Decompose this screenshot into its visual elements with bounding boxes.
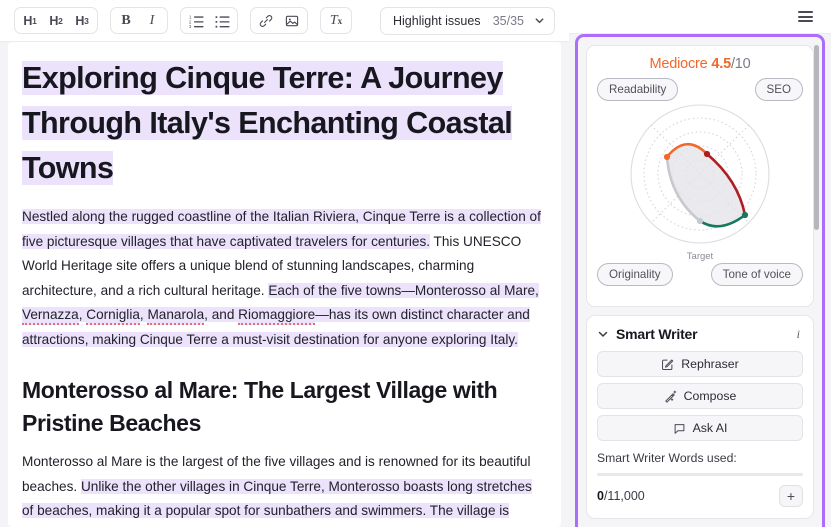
heading-3-button[interactable]: H3	[69, 9, 95, 32]
document-scroll-area[interactable]: Exploring Cinque Terre: A Journey Throug…	[0, 42, 569, 527]
svg-text:3: 3	[189, 24, 192, 28]
score-headline: Mediocre 4.5/10	[595, 56, 805, 72]
smart-writer-count-used: 0	[597, 489, 604, 503]
para1-segment-3a: Each of the five towns—Monterosso al Mar…	[268, 283, 539, 298]
radar-point-seo[interactable]	[704, 151, 710, 157]
rephraser-label: Rephraser	[681, 357, 738, 371]
radar-label-readability[interactable]: Readability	[597, 78, 678, 101]
text-style-group: B I	[110, 7, 168, 34]
info-icon[interactable]: i	[794, 327, 803, 342]
radar-chart: Readability SEO Originality Tone of voic…	[595, 78, 805, 288]
pencil-square-icon	[661, 358, 674, 371]
list-group: 1 2 3	[180, 7, 238, 34]
heading-button-group: H1 H2 H3	[14, 7, 98, 34]
compose-button[interactable]: Compose	[597, 383, 803, 409]
smart-writer-header: Smart Writer i	[597, 326, 803, 342]
link-button[interactable]	[253, 9, 279, 32]
radar-label-tone-of-voice[interactable]: Tone of voice	[711, 263, 803, 286]
italic-button[interactable]: I	[139, 9, 165, 32]
heading-2-label: H	[49, 14, 58, 28]
compose-label: Compose	[684, 389, 737, 403]
ask-ai-button[interactable]: Ask AI	[597, 415, 803, 441]
sidebar-column: Mediocre 4.5/10 Readability SEO Original…	[569, 0, 831, 527]
chevron-down-icon[interactable]	[597, 328, 609, 340]
document-paragraph-1: Nestled along the rugged coastline of th…	[22, 205, 545, 352]
smart-writer-title: Smart Writer	[616, 326, 697, 342]
editor-toolbar: H1 H2 H3 B I 1 2 3	[0, 0, 569, 42]
score-word: Mediocre	[649, 56, 707, 72]
document-heading-2: Monterosso al Mare: The Largest Village …	[22, 374, 545, 440]
document-paragraph-2: Monterosso al Mare is the largest of the…	[22, 450, 545, 527]
chevron-down-icon	[534, 15, 545, 26]
image-icon	[285, 14, 299, 28]
radar-point-readability[interactable]	[664, 154, 670, 160]
content-score-card: Mediocre 4.5/10 Readability SEO Original…	[586, 45, 814, 307]
highlight-issues-select[interactable]: Highlight issues 35/35	[380, 7, 555, 35]
link-icon	[259, 14, 273, 28]
radar-chart-svg	[614, 100, 786, 260]
numbered-list-button[interactable]: 1 2 3	[183, 9, 209, 32]
bold-button[interactable]: B	[113, 9, 139, 32]
document-title: Exploring Cinque Terre: A Journey Throug…	[22, 56, 545, 191]
heading-1-button[interactable]: H1	[17, 9, 43, 32]
highlight-issues-count: 35/35	[493, 14, 524, 28]
insert-group	[250, 7, 308, 34]
radar-point-originality[interactable]	[697, 218, 703, 224]
para1-segment-3d: , and	[204, 307, 238, 322]
smart-writer-count: 0/11,000	[597, 489, 645, 503]
rephraser-button[interactable]: Rephraser	[597, 351, 803, 377]
clear-format-group: Tx	[320, 7, 352, 34]
spellcheck-riomaggiore[interactable]: Riomaggiore	[238, 307, 315, 325]
image-button[interactable]	[279, 9, 305, 32]
app-root: H1 H2 H3 B I 1 2 3	[0, 0, 831, 527]
heading-2-button[interactable]: H2	[43, 9, 69, 32]
heading-3-label: H	[75, 14, 84, 28]
bullet-list-button[interactable]	[209, 9, 235, 32]
smart-writer-footer: 0/11,000 +	[597, 485, 803, 507]
radar-point-tone-of-voice[interactable]	[742, 212, 748, 218]
smart-writer-count-total: /11,000	[604, 489, 645, 503]
document-title-text: Exploring Cinque Terre: A Journey Throug…	[22, 61, 512, 185]
clear-format-sub: x	[338, 16, 343, 26]
highlight-issues-label: Highlight issues	[393, 14, 481, 28]
radar-label-seo[interactable]: SEO	[755, 78, 803, 101]
numbered-list-icon: 1 2 3	[189, 14, 204, 28]
sidebar-content: Mediocre 4.5/10 Readability SEO Original…	[578, 37, 822, 527]
add-words-button[interactable]: +	[779, 485, 803, 507]
sidebar-topbar	[569, 0, 831, 34]
radar-target-label: Target	[687, 251, 713, 262]
hamburger-menu-icon[interactable]	[794, 7, 817, 26]
para2-highlighted: Unlike the other villages in Cinque Terr…	[22, 479, 532, 527]
magic-wand-icon	[664, 390, 677, 403]
sidebar-scrollbar[interactable]	[814, 45, 819, 230]
smart-writer-words-used-label: Smart Writer Words used:	[597, 451, 803, 465]
smart-writer-card: Smart Writer i Rephraser	[586, 315, 814, 519]
heading-1-sub: 1	[32, 16, 37, 26]
ask-ai-label: Ask AI	[693, 421, 728, 435]
document-page[interactable]: Exploring Cinque Terre: A Journey Throug…	[8, 42, 561, 527]
spellcheck-vernazza[interactable]: Vernazza	[22, 307, 79, 325]
score-value: 4.5	[711, 56, 731, 72]
editor-column: H1 H2 H3 B I 1 2 3	[0, 0, 569, 527]
spellcheck-manarola[interactable]: Manarola	[147, 307, 204, 325]
heading-1-label: H	[23, 14, 32, 28]
speech-bubble-icon	[673, 422, 686, 435]
smart-writer-usage-bar	[597, 473, 803, 476]
score-denominator: /10	[731, 56, 751, 72]
heading-3-sub: 3	[84, 16, 89, 26]
spellcheck-corniglia[interactable]: Corniglia	[86, 307, 140, 325]
bullet-list-icon	[215, 14, 230, 28]
sidebar-panel: Mediocre 4.5/10 Readability SEO Original…	[575, 34, 825, 527]
heading-2-sub: 2	[58, 16, 63, 26]
clear-format-label: T	[330, 13, 338, 29]
clear-formatting-button[interactable]: Tx	[323, 9, 349, 32]
radar-label-originality[interactable]: Originality	[597, 263, 673, 286]
